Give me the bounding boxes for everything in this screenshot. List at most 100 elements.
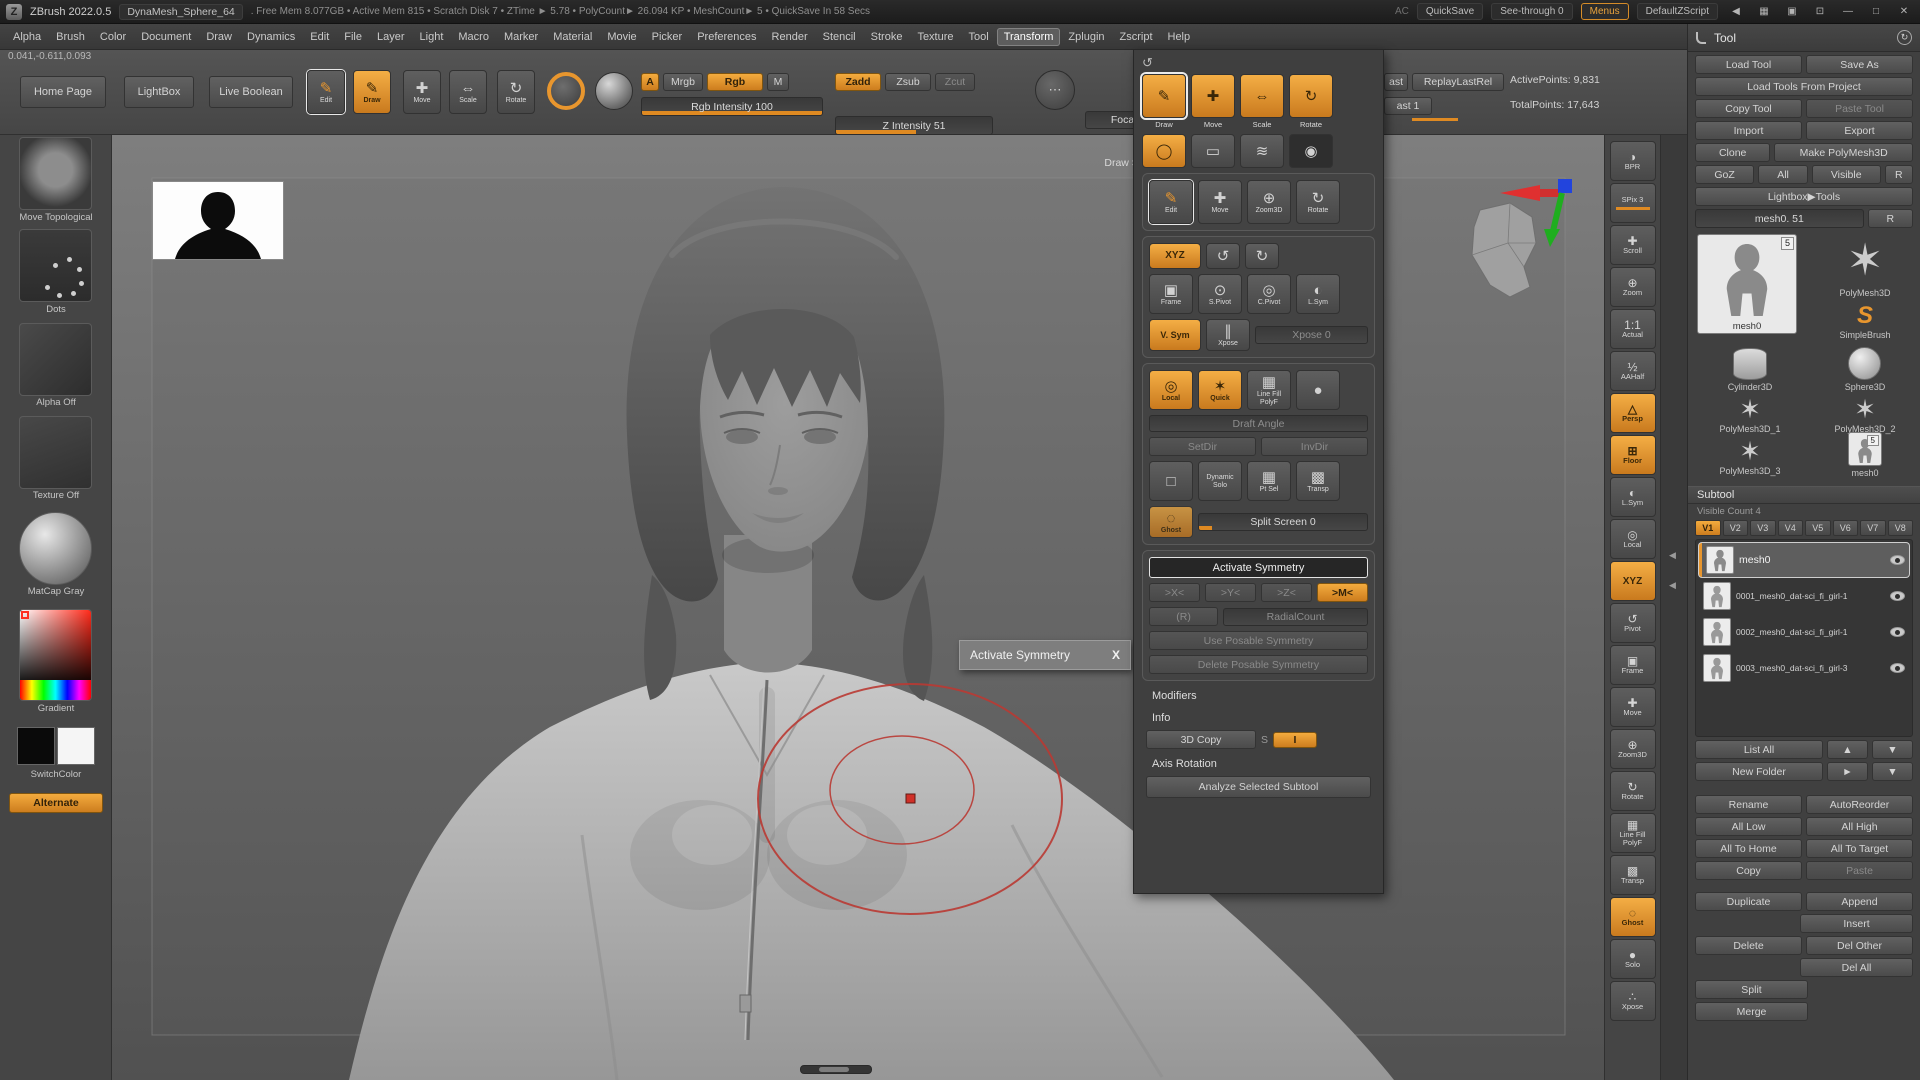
xpose-button[interactable]: ∥Xpose [1206, 319, 1250, 351]
xpose-button[interactable]: ∴Xpose [1610, 981, 1656, 1021]
tab-v3[interactable]: V3 [1750, 520, 1776, 536]
saturation-square[interactable] [20, 610, 91, 680]
menu-picker[interactable]: Picker [645, 28, 690, 46]
camera-icon[interactable]: ◉ [1289, 134, 1333, 168]
all-to-target-button[interactable]: All To Target [1806, 839, 1913, 858]
menu-tool[interactable]: Tool [962, 28, 996, 46]
zsub-button[interactable]: Zsub [885, 73, 931, 91]
menu-alpha[interactable]: Alpha [6, 28, 48, 46]
local-button[interactable]: ◎Local [1149, 370, 1193, 410]
3d-copy-button[interactable]: 3D Copy [1146, 730, 1256, 749]
lightbox-button[interactable]: LightBox [124, 76, 194, 108]
palette-cycle-icon[interactable]: ↻ [1897, 30, 1912, 45]
zoom-button[interactable]: ⊕Zoom [1610, 267, 1656, 307]
menu-zplugin[interactable]: Zplugin [1061, 28, 1111, 46]
alpha-flat-icon[interactable]: ▭ [1191, 134, 1235, 168]
paste-tool-button[interactable]: Paste Tool [1806, 99, 1913, 118]
popup-rotate-button[interactable]: ↻ Rotate [1289, 74, 1333, 129]
menu-texture[interactable]: Texture [910, 28, 960, 46]
scale-mode-button[interactable]: ⇔ Scale [449, 70, 487, 114]
persp-button[interactable]: △Persp [1610, 393, 1656, 433]
append-button[interactable]: Append [1806, 892, 1913, 911]
solo-button[interactable]: ●Solo [1610, 939, 1656, 979]
palette-hook-icon[interactable] [1696, 32, 1706, 44]
copy-subtool-button[interactable]: Copy [1695, 861, 1802, 880]
cube-icon[interactable]: □ [1149, 461, 1193, 501]
menu-marker[interactable]: Marker [497, 28, 545, 46]
eye-icon[interactable] [1890, 663, 1905, 673]
vsym-button[interactable]: V. Sym [1149, 319, 1201, 351]
spivot-button[interactable]: ⊙S.Pivot [1198, 274, 1242, 314]
save-as-button[interactable]: Save As [1806, 55, 1913, 74]
setdir-button[interactable]: SetDir [1149, 437, 1256, 456]
tab-v6[interactable]: V6 [1833, 520, 1859, 536]
i-button[interactable]: I [1273, 732, 1317, 748]
polymesh3d-1-tool[interactable]: ✶ [1700, 394, 1800, 424]
menu-stencil[interactable]: Stencil [816, 28, 863, 46]
sym-z-button[interactable]: >Z< [1261, 583, 1312, 602]
radial-count-slider[interactable]: RadialCount [1223, 608, 1368, 626]
menu-transform[interactable]: Transform [997, 28, 1061, 46]
mrgb-button[interactable]: Mrgb [663, 73, 703, 91]
menu-material[interactable]: Material [546, 28, 599, 46]
menu-file[interactable]: File [337, 28, 369, 46]
monitor-icon[interactable]: ⊡ [1810, 4, 1830, 20]
current-alpha-thumbnail[interactable] [19, 323, 92, 396]
xyz-button[interactable]: XYZ [1149, 243, 1201, 269]
menu-brush[interactable]: Brush [49, 28, 92, 46]
maximize-button[interactable]: □ [1866, 4, 1886, 20]
export-button[interactable]: Export [1806, 121, 1913, 140]
frame-button[interactable]: ▣Frame [1610, 645, 1656, 685]
right-tray-divider[interactable]: ◀ ◀ [1660, 135, 1687, 1080]
layout-grid-icon[interactable]: ▦ [1754, 4, 1774, 20]
rgb-button[interactable]: Rgb [707, 73, 763, 91]
spix-slider[interactable]: SPix 3 [1610, 183, 1656, 223]
copy-tool-button[interactable]: Copy Tool [1695, 99, 1802, 118]
document-name[interactable]: DynaMesh_Sphere_64 [119, 4, 242, 20]
current-material-thumbnail[interactable] [19, 512, 92, 585]
hue-strip[interactable] [20, 680, 91, 700]
goz-r-button[interactable]: R [1885, 165, 1914, 184]
tool-r-button[interactable]: R [1868, 209, 1913, 228]
transp-button[interactable]: ▩Transp [1610, 855, 1656, 895]
draft-angle-slider[interactable]: Draft Angle [1149, 415, 1368, 432]
canvas-horizontal-scrollbar[interactable] [800, 1065, 872, 1074]
local-button[interactable]: ◎Local [1610, 519, 1656, 559]
load-tools-from-project-button[interactable]: Load Tools From Project [1695, 77, 1913, 96]
eye-icon[interactable] [1890, 627, 1905, 637]
split-screen-slider[interactable]: Split Screen 0 [1198, 513, 1368, 531]
ptsel-button[interactable]: ▦Pt Sel [1247, 461, 1291, 501]
all-high-button[interactable]: All High [1806, 817, 1913, 836]
tool-name-slider[interactable]: mesh0. 51 [1695, 209, 1864, 228]
rename-button[interactable]: Rename [1695, 795, 1802, 814]
back-icon[interactable]: ◀ [1726, 4, 1746, 20]
matcap-sphere-icon[interactable]: ● [1296, 370, 1340, 410]
zoom3d-button[interactable]: ⊕Zoom3D [1610, 729, 1656, 769]
activate-symmetry-button[interactable]: Activate Symmetry [1149, 557, 1368, 578]
menu-help[interactable]: Help [1161, 28, 1198, 46]
ghost-button[interactable]: ◌Ghost [1149, 506, 1193, 538]
popup-rotate2-button[interactable]: ↻Rotate [1296, 180, 1340, 224]
delete-button[interactable]: Delete [1695, 936, 1802, 955]
sphere3d-tool[interactable] [1848, 347, 1881, 380]
popup-scale-button[interactable]: ⇔ Scale [1240, 74, 1284, 129]
replay-last-rel-button[interactable]: ReplayLastRel [1412, 73, 1504, 91]
current-stroke-thumbnail[interactable] [19, 229, 92, 302]
list-all-button[interactable]: List All [1695, 740, 1823, 759]
mesh0-small-tool[interactable]: 5 [1848, 432, 1882, 466]
menu-color[interactable]: Color [93, 28, 133, 46]
move-view-button[interactable]: ✚Move [1610, 687, 1656, 727]
polymesh3d-3-tool[interactable]: ✶ [1700, 436, 1800, 466]
a-button[interactable]: A [641, 73, 659, 91]
menu-layer[interactable]: Layer [370, 28, 412, 46]
alternate-button[interactable]: Alternate [9, 793, 103, 813]
popup-edit-button[interactable]: ✎Edit [1149, 180, 1193, 224]
cylinder3d-tool[interactable] [1733, 348, 1767, 380]
m-button[interactable]: M [767, 73, 789, 91]
simplebrush-tool[interactable]: S [1815, 302, 1915, 330]
menu-edit[interactable]: Edit [303, 28, 336, 46]
rgb-intensity-slider[interactable]: Rgb Intensity 100 [641, 97, 823, 116]
menu-document[interactable]: Document [134, 28, 198, 46]
xpose-slider[interactable]: Xpose 0 [1255, 326, 1368, 344]
color-gradient-picker[interactable] [19, 609, 92, 701]
